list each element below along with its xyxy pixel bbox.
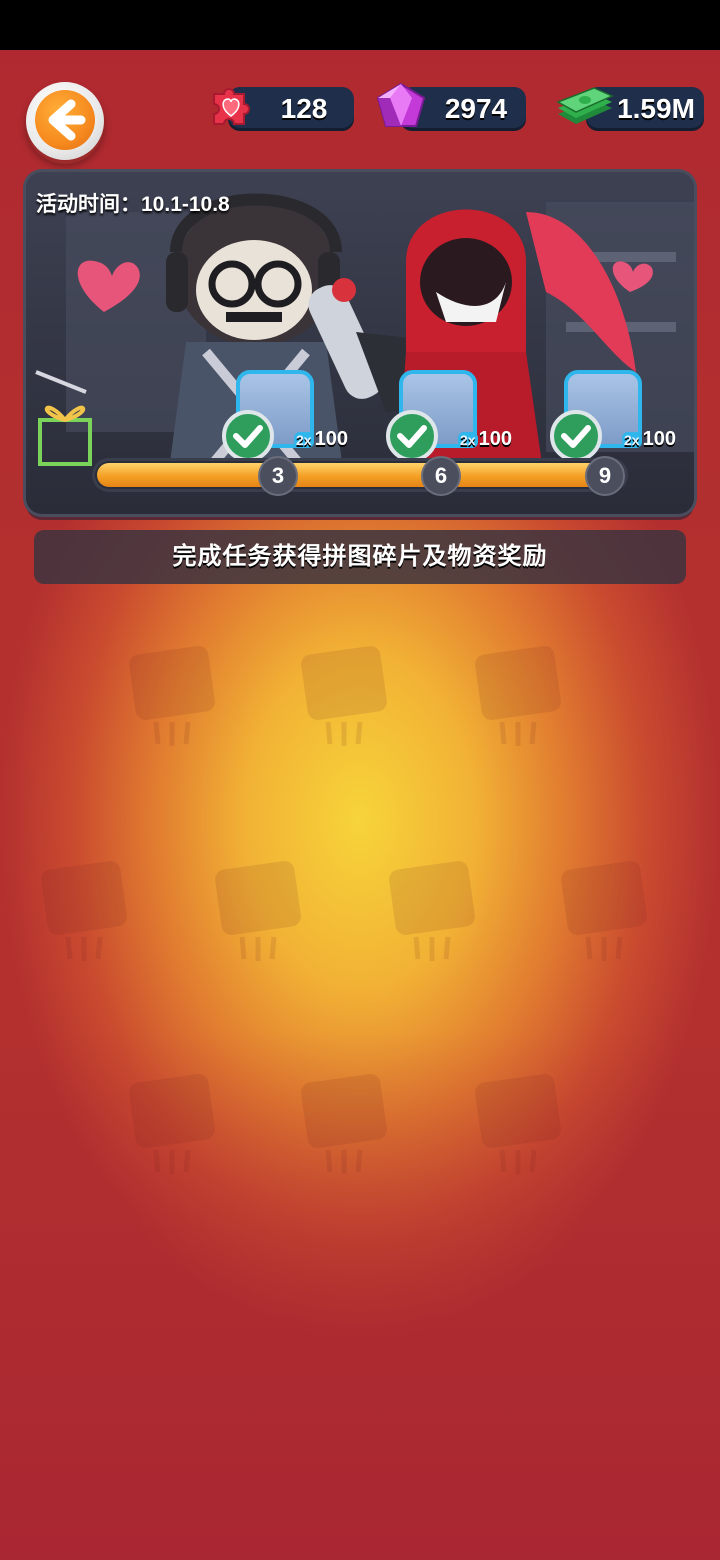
- pattern-crate-icon: [560, 855, 648, 965]
- reward-amount-1: 2x 100: [294, 428, 348, 450]
- back-button[interactable]: [26, 82, 104, 160]
- gem-count: 2974: [444, 93, 508, 124]
- status-bar: [0, 0, 720, 50]
- milestone-marker: 9: [585, 456, 625, 496]
- milestone-marker: 3: [258, 456, 298, 496]
- task-description: 完成任务获得拼图碎片及物资奖励: [34, 530, 686, 584]
- progress-bar: [92, 458, 628, 492]
- pattern-crate-icon: [388, 855, 476, 965]
- pattern-crate-icon: [128, 640, 216, 750]
- milestone-marker: 6: [421, 456, 461, 496]
- reward-amount-3: 2x 100: [622, 428, 676, 450]
- event-time-label: 活动时间：10.1-10.8: [36, 193, 230, 216]
- reward-amount-2: 2x 100: [458, 428, 512, 450]
- claimed-check-icon: [222, 410, 274, 462]
- gem-icon: [376, 82, 426, 127]
- pattern-crate-icon: [300, 1068, 388, 1178]
- claimed-check-icon: [386, 410, 438, 462]
- pattern-crate-icon: [40, 855, 128, 965]
- progress-fill: [97, 463, 623, 487]
- back-button-face: [35, 90, 95, 150]
- pattern-crate-icon: [128, 1068, 216, 1178]
- pattern-crate-icon: [474, 640, 562, 750]
- cash-count: 1.59M: [617, 93, 695, 124]
- cash-stack-icon: [556, 87, 614, 124]
- event-banner: 活动时间：10.1-10.8 2x 100 2x 100 2x 100 3 6 9: [26, 172, 694, 514]
- puzzle-count: 128: [280, 93, 328, 124]
- heart-puzzle-icon: [213, 88, 250, 125]
- claimed-check-icon: [550, 410, 602, 462]
- arrow-left-icon: [48, 99, 86, 141]
- pattern-crate-icon: [474, 1068, 562, 1178]
- pattern-crate-icon: [300, 640, 388, 750]
- pattern-crate-icon: [214, 855, 302, 965]
